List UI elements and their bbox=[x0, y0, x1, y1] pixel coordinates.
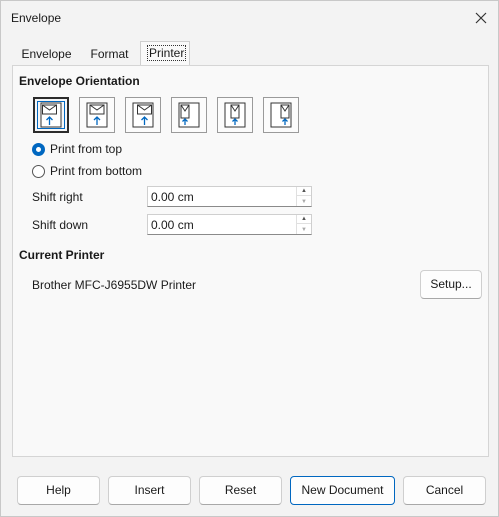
print-from-top-label: Print from top bbox=[50, 142, 123, 156]
cancel-button[interactable]: Cancel bbox=[403, 476, 486, 505]
shift-right-increment-button[interactable]: ▲ bbox=[297, 187, 311, 196]
tab-printer[interactable]: Printer bbox=[140, 41, 190, 65]
envelope-vertical-left-icon bbox=[178, 102, 200, 128]
close-button[interactable] bbox=[464, 1, 498, 35]
envelope-horizontal-right-icon bbox=[132, 102, 154, 128]
window-title: Envelope bbox=[11, 11, 62, 25]
envelope-dialog: Envelope Envelope Format Printer Envelop… bbox=[0, 0, 499, 517]
printer-name: Brother MFC-J6955DW Printer bbox=[32, 278, 197, 292]
orientation-vertical-right-button[interactable] bbox=[263, 97, 299, 133]
print-from-top-option[interactable]: Print from top bbox=[32, 142, 122, 156]
help-button[interactable]: Help bbox=[17, 476, 100, 505]
current-printer-heading: Current Printer bbox=[19, 248, 105, 262]
shift-down-spinbox[interactable]: 0.00 cm ▲ ▼ bbox=[147, 214, 312, 235]
title-bar: Envelope bbox=[1, 1, 498, 35]
envelope-vertical-right-icon bbox=[270, 102, 292, 128]
shift-right-stepper: ▲ ▼ bbox=[296, 187, 311, 206]
tab-printer-label: Printer bbox=[147, 45, 187, 61]
shift-right-input[interactable]: 0.00 cm bbox=[151, 190, 194, 204]
print-from-bottom-label: Print from bottom bbox=[50, 164, 143, 178]
shift-down-increment-button[interactable]: ▲ bbox=[297, 215, 311, 224]
shift-down-decrement-button[interactable]: ▼ bbox=[297, 225, 311, 234]
new-document-button[interactable]: New Document bbox=[290, 476, 395, 505]
envelope-horizontal-center-icon bbox=[86, 102, 108, 128]
print-from-bottom-option[interactable]: Print from bottom bbox=[32, 164, 142, 178]
print-from-top-radio[interactable] bbox=[32, 142, 45, 156]
shift-right-decrement-button[interactable]: ▼ bbox=[297, 197, 311, 206]
tab-format[interactable]: Format bbox=[82, 43, 137, 65]
orientation-vertical-center-button[interactable] bbox=[217, 97, 253, 133]
shift-right-label: Shift right bbox=[32, 190, 83, 204]
orientation-horizontal-right-button[interactable] bbox=[125, 97, 161, 133]
shift-right-spinbox[interactable]: 0.00 cm ▲ ▼ bbox=[147, 186, 312, 207]
envelope-orientation-heading: Envelope Orientation bbox=[19, 74, 140, 88]
insert-button[interactable]: Insert bbox=[108, 476, 191, 505]
orientation-vertical-left-button[interactable] bbox=[171, 97, 207, 133]
envelope-horizontal-left-icon bbox=[40, 102, 62, 128]
shift-down-input[interactable]: 0.00 cm bbox=[151, 218, 194, 232]
setup-button[interactable]: Setup... bbox=[420, 270, 482, 299]
envelope-vertical-center-icon bbox=[224, 102, 246, 128]
shift-down-stepper: ▲ ▼ bbox=[296, 215, 311, 234]
tab-envelope[interactable]: Envelope bbox=[15, 43, 78, 65]
reset-button[interactable]: Reset bbox=[199, 476, 282, 505]
close-icon bbox=[475, 12, 487, 24]
orientation-horizontal-left-button[interactable] bbox=[33, 97, 69, 133]
orientation-horizontal-center-button[interactable] bbox=[79, 97, 115, 133]
shift-down-label: Shift down bbox=[32, 218, 89, 232]
print-from-bottom-radio[interactable] bbox=[32, 164, 45, 178]
